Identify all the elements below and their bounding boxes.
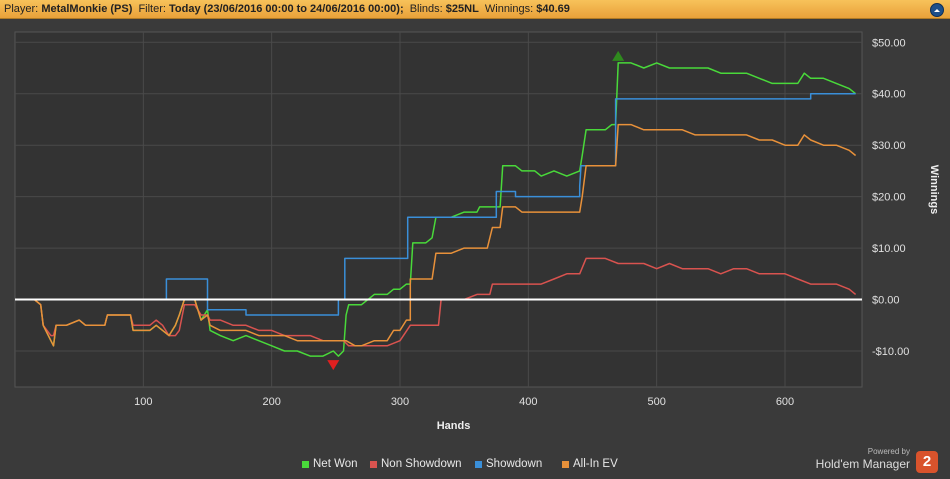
brand-name: Hold'em Manager bbox=[815, 457, 910, 471]
plot-area bbox=[14, 31, 863, 388]
legend-item[interactable]: All-In EV bbox=[562, 458, 618, 470]
winnings-graph: 100 200 300 400 500 600 -$10.00 $0.00 $10.00 $20.… bbox=[14, 31, 940, 432]
y-tick-label: $20.00 bbox=[872, 192, 906, 204]
legend-swatch bbox=[302, 460, 309, 468]
blinds-value: $25NL bbox=[445, 3, 479, 15]
x-tick-label: 600 bbox=[776, 396, 794, 408]
y-tick-label: $10.00 bbox=[872, 243, 906, 255]
collapse-icon[interactable] bbox=[930, 3, 944, 17]
x-tick-label: 200 bbox=[262, 396, 280, 408]
legend-label: Net Won bbox=[313, 458, 358, 470]
legend-swatch bbox=[562, 460, 569, 468]
y-tick-label: $0.00 bbox=[872, 295, 900, 307]
winnings-value: $40.69 bbox=[536, 3, 570, 15]
legend-label: Non Showdown bbox=[381, 458, 462, 470]
x-axis-label: Hands bbox=[437, 420, 471, 432]
y-tick-label: $30.00 bbox=[872, 140, 906, 152]
y-tick-label: $40.00 bbox=[872, 89, 906, 101]
legend-swatch bbox=[370, 460, 377, 468]
y-tick-label: -$10.00 bbox=[872, 346, 909, 358]
filter-label: Filter: bbox=[138, 3, 166, 15]
filter-value: Today (23/06/2016 00:00 to 24/06/2016 00… bbox=[169, 3, 404, 15]
winnings-label: Winnings: bbox=[484, 3, 534, 15]
powered-by-brand: Powered by Hold'em Manager 2 bbox=[808, 447, 938, 475]
y-tick-label: $50.00 bbox=[872, 37, 906, 49]
legend-label: All-In EV bbox=[573, 458, 618, 470]
legend-item[interactable]: Non Showdown bbox=[370, 458, 462, 470]
legend-item[interactable]: Net Won bbox=[302, 458, 358, 470]
x-tick-label: 400 bbox=[519, 396, 537, 408]
legend-item[interactable]: Showdown bbox=[475, 458, 542, 470]
legend-label: Showdown bbox=[486, 458, 543, 470]
player-value: MetalMonkie (PS) bbox=[41, 3, 133, 15]
player-label: Player: bbox=[4, 3, 39, 15]
hm2-logo: 2 bbox=[916, 451, 938, 473]
powered-by-text: Powered by bbox=[867, 447, 910, 456]
filter-bar: Player: MetalMonkie (PS) Filter: Today (… bbox=[0, 0, 950, 19]
blinds-label: Blinds: bbox=[409, 3, 443, 15]
y-axis-label: Winnings bbox=[928, 165, 940, 214]
x-tick-label: 300 bbox=[391, 396, 409, 408]
legend-swatch bbox=[475, 460, 482, 468]
x-tick-label: 100 bbox=[134, 396, 152, 408]
x-tick-label: 500 bbox=[647, 396, 665, 408]
